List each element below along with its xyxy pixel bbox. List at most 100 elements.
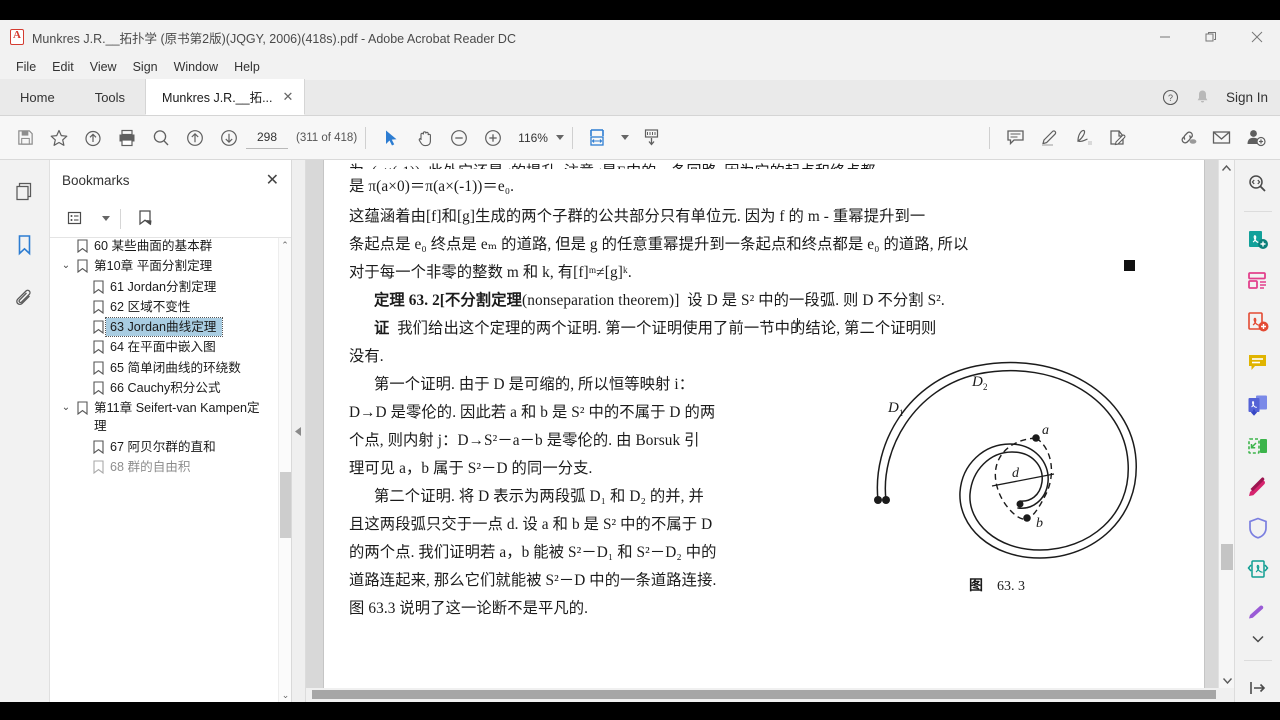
previous-page-icon[interactable]	[178, 121, 212, 155]
sign-icon[interactable]	[1066, 121, 1100, 155]
text-cursor	[797, 318, 798, 332]
save-icon[interactable]	[8, 121, 42, 155]
figure-label-d2-sub: 2	[983, 382, 988, 392]
close-button[interactable]	[1234, 20, 1280, 54]
list-item[interactable]: 62 区域不变性	[58, 297, 275, 317]
expander-placeholder	[58, 238, 74, 239]
theorem-label: 定理 63. 2[不分割定理	[374, 292, 522, 309]
pdf-line-7: 没有.	[349, 348, 384, 365]
pdf-page-area[interactable]: 为π(a×(-1)). 此外它还是g的提升. 注意g是E中的一条回路, 因为它的…	[306, 160, 1234, 688]
fit-page-icon[interactable]	[581, 121, 615, 155]
sidebar-item-attachments[interactable]	[8, 282, 42, 316]
list-item[interactable]: 61 Jordan分割定理	[58, 277, 275, 297]
redact-icon[interactable]	[1243, 556, 1273, 583]
sign-in-button[interactable]: Sign In	[1226, 90, 1268, 105]
print-icon[interactable]	[110, 121, 144, 155]
help-circle-icon[interactable]: ?	[1162, 89, 1179, 106]
search-document-icon[interactable]	[1243, 170, 1273, 197]
menu-file[interactable]: File	[8, 57, 44, 77]
zoom-in-icon[interactable]	[476, 121, 510, 155]
list-item[interactable]: 68 群的自由积	[58, 457, 275, 477]
tab-tools[interactable]: Tools	[74, 79, 146, 115]
organize-pages-icon[interactable]	[1243, 267, 1273, 294]
tab-document[interactable]: Munkres J.R.__拓... ✕	[145, 79, 306, 115]
comment-bubble-icon[interactable]	[1243, 350, 1273, 377]
list-item[interactable]: 60 某些曲面的基本群	[58, 238, 275, 256]
list-item[interactable]: 66 Cauchy积分公式	[58, 378, 275, 398]
scroll-up-icon[interactable]	[1219, 160, 1234, 176]
list-item-label: 65 简单闭曲线的环绕数	[110, 360, 241, 375]
chevron-down-icon[interactable]	[1243, 632, 1273, 646]
horizontal-scrollbar[interactable]	[306, 688, 1234, 702]
proof-label: 证	[374, 320, 390, 337]
next-page-icon[interactable]	[212, 121, 246, 155]
chevron-down-icon[interactable]	[555, 135, 564, 140]
expander-placeholder	[74, 359, 90, 361]
list-item[interactable]: 65 简单闭曲线的环绕数	[58, 358, 275, 378]
search-icon[interactable]	[144, 121, 178, 155]
list-item[interactable]: 67 阿贝尔群的直和	[58, 437, 275, 457]
list-item-selected[interactable]: 63 Jordan曲线定理	[58, 316, 275, 338]
chevron-down-icon[interactable]: ⌄	[58, 399, 74, 416]
scroll-down-icon[interactable]: ⌄	[279, 688, 291, 702]
pdf-page: 为π(a×(-1)). 此外它还是g的提升. 注意g是E中的一条回路, 因为它的…	[324, 160, 1204, 688]
menu-help[interactable]: Help	[226, 57, 268, 77]
sidebar-item-bookmarks[interactable]	[8, 228, 42, 262]
highlight-icon[interactable]	[1032, 121, 1066, 155]
menu-view[interactable]: View	[82, 57, 125, 77]
comment-icon[interactable]	[998, 121, 1032, 155]
menu-edit[interactable]: Edit	[44, 57, 82, 77]
close-icon[interactable]: ✕	[266, 170, 279, 190]
scroll-mode-icon[interactable]	[635, 121, 669, 155]
bookmarks-scrollbar[interactable]: ⌃ ⌄	[278, 238, 291, 702]
scrollbar-thumb[interactable]	[280, 472, 291, 538]
zoom-level-label[interactable]: 116%	[518, 131, 548, 145]
expand-arrow-icon[interactable]	[1243, 675, 1273, 702]
scroll-up-icon[interactable]: ⌃	[279, 238, 291, 252]
shield-icon[interactable]	[1243, 515, 1273, 542]
chord-line	[991, 473, 1055, 487]
tab-home[interactable]: Home	[0, 79, 75, 115]
compress-pdf-icon[interactable]	[1243, 432, 1273, 459]
more-tools-icon[interactable]	[1243, 597, 1273, 624]
panel-collapse-handle[interactable]	[292, 160, 306, 702]
fit-chevron-down-icon[interactable]	[620, 135, 629, 140]
email-icon[interactable]	[1204, 121, 1238, 155]
page-number-input[interactable]	[246, 126, 288, 149]
vertical-scrollbar[interactable]	[1218, 160, 1234, 688]
chevron-down-icon[interactable]	[102, 216, 110, 221]
edit-pdf-icon[interactable]	[1243, 473, 1273, 500]
scrollbar-thumb-horizontal[interactable]	[312, 690, 1216, 699]
share-link-icon[interactable]	[1170, 121, 1204, 155]
fill-and-sign-icon[interactable]	[1100, 121, 1134, 155]
add-person-icon[interactable]	[1238, 121, 1272, 155]
list-item[interactable]: 64 在平面中嵌入图	[58, 337, 275, 357]
scroll-down-icon[interactable]	[1219, 672, 1234, 688]
export-pdf-icon[interactable]	[1243, 309, 1273, 336]
close-icon[interactable]: ✕	[283, 89, 294, 105]
restore-button[interactable]	[1188, 20, 1234, 54]
expander-placeholder	[74, 318, 90, 320]
menu-sign[interactable]: Sign	[125, 57, 166, 77]
create-pdf-icon[interactable]	[1243, 226, 1273, 253]
list-item[interactable]: ⌄ 第10章 平面分割定理	[58, 256, 275, 276]
figure-caption-number: 63. 3	[997, 579, 1025, 594]
bookmarks-list[interactable]: 59 ... 60 某些曲面的基本群 ⌄ 第10	[50, 238, 291, 702]
upload-cloud-icon[interactable]	[76, 121, 110, 155]
list-options-icon[interactable]	[62, 206, 90, 232]
new-bookmark-icon[interactable]	[131, 206, 159, 232]
hand-tool-icon[interactable]	[408, 121, 442, 155]
select-cursor-icon[interactable]	[374, 121, 408, 155]
chevron-down-icon[interactable]: ⌄	[58, 257, 74, 274]
pdf-line-14: 的两个点. 我们证明若 a，b 能被 S²－D₁ 和 S²－D₂ 中的	[349, 544, 717, 561]
scrollbar-thumb[interactable]	[1221, 544, 1233, 570]
minimize-button[interactable]	[1142, 20, 1188, 54]
menu-window[interactable]: Window	[166, 57, 226, 77]
list-item[interactable]: ⌄ 第11章 Seifert-van Kampen定理	[58, 398, 275, 437]
sidebar-item-page-thumbnails[interactable]	[8, 174, 42, 208]
pdf-line-1: 是 π(a×0)＝π(a×(-1))＝e₀.	[349, 178, 515, 195]
notification-bell-icon[interactable]	[1195, 89, 1210, 105]
combine-files-icon[interactable]	[1243, 391, 1273, 418]
star-icon[interactable]	[42, 121, 76, 155]
zoom-out-icon[interactable]	[442, 121, 476, 155]
